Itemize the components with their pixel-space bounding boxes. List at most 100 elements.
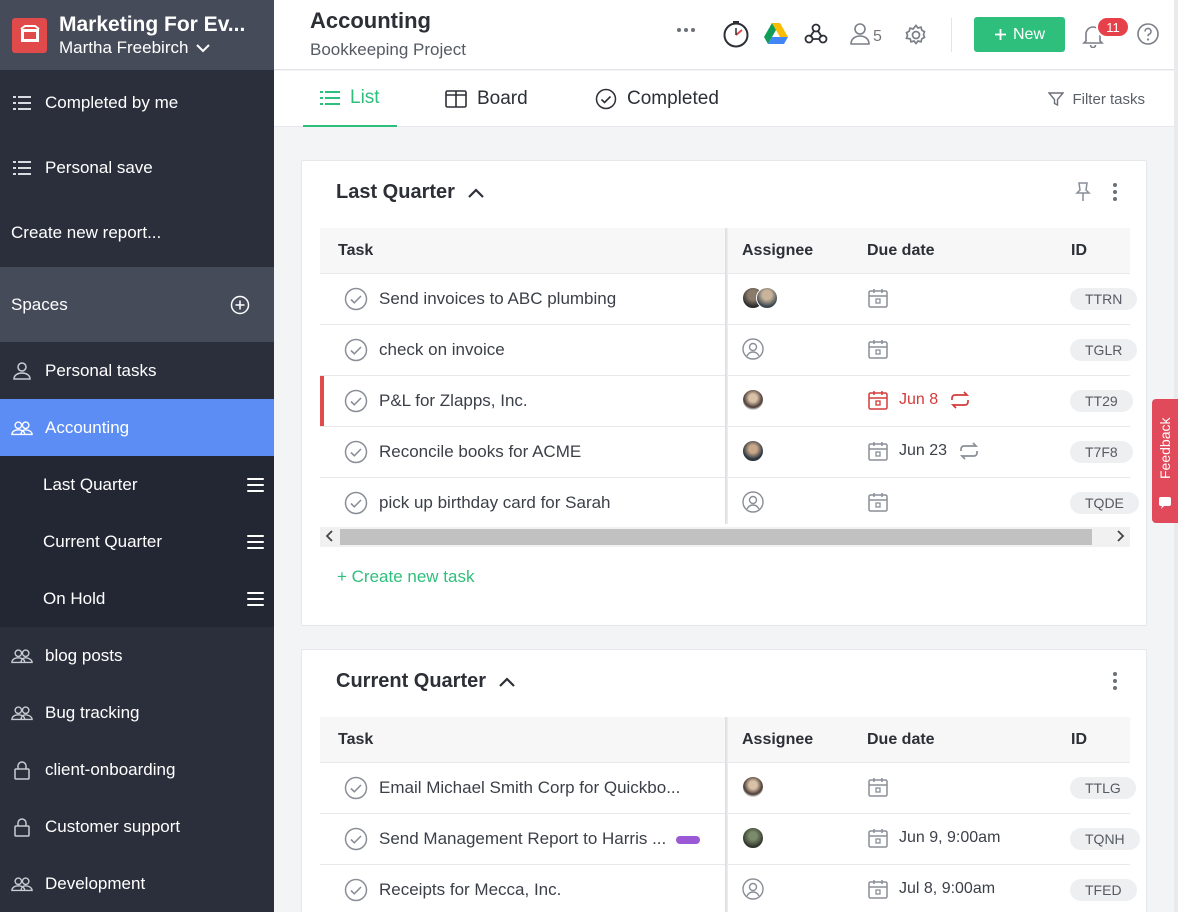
due-date-cell[interactable] bbox=[867, 776, 889, 798]
sidebar-sublist-last-quarter[interactable]: Last Quarter bbox=[0, 456, 274, 513]
settings-gear-icon[interactable] bbox=[904, 23, 928, 47]
task-name[interactable]: Send invoices to ABC plumbing bbox=[379, 289, 616, 309]
calendar-icon bbox=[867, 827, 889, 849]
assignee-avatars[interactable] bbox=[742, 389, 764, 411]
task-table: Task Assignee Due date ID Send invoices … bbox=[320, 228, 1139, 529]
column-divider[interactable] bbox=[725, 717, 728, 912]
timer-icon[interactable] bbox=[722, 20, 750, 48]
spaces-header: Spaces bbox=[0, 267, 274, 342]
sidebar-item-personal-save[interactable]: Personal save bbox=[0, 135, 274, 200]
chevron-up-icon[interactable] bbox=[467, 187, 485, 199]
sidebar-item-blog-posts[interactable]: blog posts bbox=[0, 627, 274, 684]
chevron-down-icon[interactable] bbox=[196, 43, 211, 53]
sidebar-item-bug-tracking[interactable]: Bug tracking bbox=[0, 684, 274, 741]
new-button[interactable]: New bbox=[974, 17, 1065, 52]
assignee-avatars[interactable] bbox=[742, 827, 764, 849]
filter-label: Filter tasks bbox=[1072, 90, 1145, 108]
unassigned-user-icon[interactable] bbox=[742, 878, 764, 900]
section-header[interactable]: Last Quarter bbox=[336, 181, 485, 204]
scroll-left-arrow[interactable] bbox=[324, 529, 334, 543]
chevron-up-icon[interactable] bbox=[498, 676, 516, 688]
unassigned-user-icon[interactable] bbox=[742, 491, 764, 513]
webhook-icon[interactable] bbox=[804, 22, 828, 46]
pin-icon[interactable] bbox=[1073, 181, 1093, 203]
check-circle-icon[interactable] bbox=[344, 440, 368, 464]
due-date-cell[interactable]: Jun 23 bbox=[867, 440, 981, 462]
avatar bbox=[756, 287, 778, 309]
check-circle-icon[interactable] bbox=[344, 389, 368, 413]
filter-tasks-button[interactable]: Filter tasks bbox=[1048, 71, 1145, 127]
check-circle-icon[interactable] bbox=[344, 287, 368, 311]
task-name[interactable]: pick up birthday card for Sarah bbox=[379, 493, 611, 513]
tab-list[interactable]: List bbox=[303, 71, 397, 127]
sidebar-item-personal-tasks[interactable]: Personal tasks bbox=[0, 342, 274, 399]
repeat-icon bbox=[957, 441, 981, 461]
column-header-task[interactable]: Task bbox=[338, 242, 373, 260]
due-date-cell[interactable]: Jun 8 bbox=[867, 389, 972, 411]
unassigned-user-icon[interactable] bbox=[742, 338, 764, 360]
users-icon bbox=[11, 646, 33, 666]
sidebar-item-accounting[interactable]: Accounting bbox=[0, 399, 274, 456]
column-header-due-date[interactable]: Due date bbox=[867, 242, 935, 260]
column-header-id[interactable]: ID bbox=[1071, 731, 1087, 749]
due-date-cell[interactable] bbox=[867, 287, 889, 309]
workspace-header[interactable]: Marketing For Ev... Martha Freebirch bbox=[0, 0, 274, 70]
task-name[interactable]: P&L for Zlapps, Inc. bbox=[379, 391, 528, 411]
help-icon[interactable] bbox=[1136, 22, 1160, 46]
check-circle-icon[interactable] bbox=[344, 776, 368, 800]
sidebar-item-completed-by-me[interactable]: Completed by me bbox=[0, 70, 274, 135]
horizontal-scrollbar[interactable] bbox=[320, 527, 1130, 547]
column-divider[interactable] bbox=[725, 228, 728, 524]
sidebar-sublist-on-hold[interactable]: On Hold bbox=[0, 570, 274, 627]
tag-label[interactable] bbox=[676, 835, 701, 844]
task-name[interactable]: Email Michael Smith Corp for Quickbo... bbox=[379, 778, 680, 798]
add-space-icon[interactable] bbox=[230, 295, 250, 315]
sidebar: Marketing For Ev... Martha Freebirch Com… bbox=[0, 0, 274, 912]
section-header[interactable]: Current Quarter bbox=[336, 670, 516, 693]
kebab-menu-icon[interactable] bbox=[1112, 671, 1118, 691]
sidebar-sublist-current-quarter[interactable]: Current Quarter bbox=[0, 513, 274, 570]
due-date-cell[interactable]: Jul 8, 9:00am bbox=[867, 878, 995, 900]
task-id: TTRN bbox=[1070, 288, 1138, 310]
members-button[interactable]: 5 bbox=[849, 22, 882, 46]
hamburger-icon[interactable] bbox=[247, 477, 264, 492]
column-header-task[interactable]: Task bbox=[338, 731, 373, 749]
feedback-tab[interactable]: Feedback bbox=[1152, 399, 1178, 523]
google-drive-icon[interactable] bbox=[763, 22, 789, 46]
due-date-cell[interactable]: Jun 9, 9:00am bbox=[867, 827, 1000, 849]
sidebar-item-label: Accounting bbox=[45, 417, 130, 437]
column-header-id[interactable]: ID bbox=[1071, 242, 1087, 260]
tab-completed[interactable]: Completed bbox=[595, 71, 719, 127]
task-name[interactable]: check on invoice bbox=[379, 340, 505, 360]
assignee-avatars[interactable] bbox=[742, 287, 778, 309]
hamburger-icon[interactable] bbox=[247, 591, 264, 606]
check-circle-icon[interactable] bbox=[344, 338, 368, 362]
column-header-assignee[interactable]: Assignee bbox=[742, 242, 813, 260]
assignee-avatars[interactable] bbox=[742, 440, 764, 462]
tab-board[interactable]: Board bbox=[445, 71, 528, 127]
column-header-assignee[interactable]: Assignee bbox=[742, 731, 813, 749]
repeat-icon bbox=[948, 390, 972, 410]
due-date-cell[interactable] bbox=[867, 338, 889, 360]
check-circle-icon[interactable] bbox=[344, 827, 368, 851]
check-circle-icon[interactable] bbox=[344, 491, 368, 515]
column-header-due-date[interactable]: Due date bbox=[867, 731, 935, 749]
kebab-menu-icon[interactable] bbox=[1112, 182, 1118, 202]
scroll-right-arrow[interactable] bbox=[1116, 529, 1126, 543]
task-name[interactable]: Reconcile books for ACME bbox=[379, 442, 581, 462]
notification-badge[interactable]: 11 bbox=[1096, 16, 1130, 38]
sidebar-item-client-onboarding[interactable]: client-onboarding bbox=[0, 741, 274, 798]
check-circle-icon[interactable] bbox=[344, 878, 368, 902]
task-name[interactable]: Send Management Report to Harris ... bbox=[379, 829, 666, 848]
sidebar-item-development[interactable]: Development bbox=[0, 855, 274, 912]
more-icon[interactable] bbox=[676, 27, 696, 33]
sidebar-item-customer-support[interactable]: Customer support bbox=[0, 798, 274, 855]
assignee-avatars[interactable] bbox=[742, 776, 764, 798]
section-card: Current Quarter Task Assignee Due date I… bbox=[301, 649, 1147, 912]
task-name[interactable]: Receipts for Mecca, Inc. bbox=[379, 880, 561, 900]
hamburger-icon[interactable] bbox=[247, 534, 264, 549]
create-report-link[interactable]: Create new report... bbox=[0, 200, 274, 265]
scrollbar-thumb[interactable] bbox=[340, 529, 1092, 545]
due-date-cell[interactable] bbox=[867, 491, 889, 513]
create-new-task-link[interactable]: + Create new task bbox=[337, 567, 475, 587]
